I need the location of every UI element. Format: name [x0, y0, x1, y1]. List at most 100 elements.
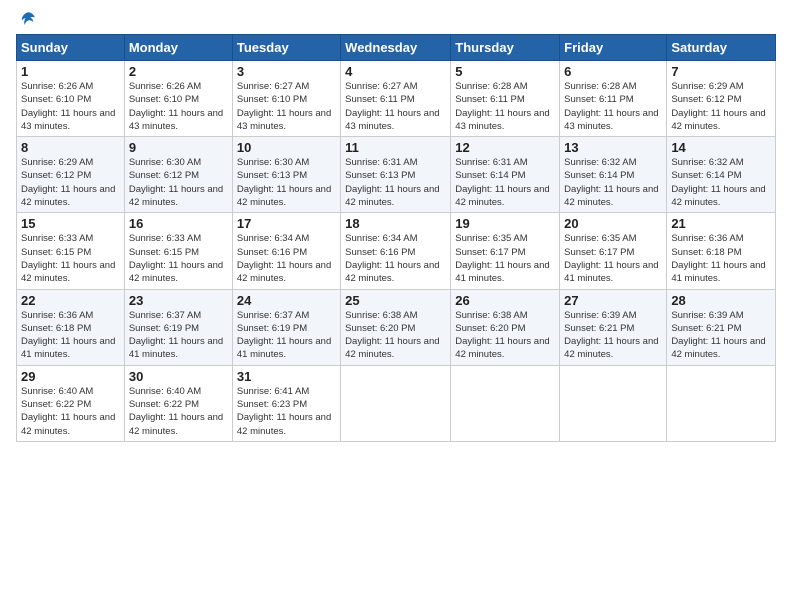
calendar-cell: 27Sunrise: 6:39 AMSunset: 6:21 PMDayligh…	[560, 289, 667, 365]
day-detail: Sunrise: 6:30 AMSunset: 6:13 PMDaylight:…	[237, 157, 331, 208]
day-detail: Sunrise: 6:39 AMSunset: 6:21 PMDaylight:…	[671, 310, 765, 361]
day-number: 13	[564, 140, 662, 155]
day-number: 2	[129, 64, 228, 79]
day-detail: Sunrise: 6:40 AMSunset: 6:22 PMDaylight:…	[129, 386, 223, 437]
calendar-cell: 7 Sunrise: 6:29 AMSunset: 6:12 PMDaylight…	[667, 61, 776, 137]
day-number: 29	[21, 369, 120, 384]
logo-area	[16, 10, 39, 28]
calendar-cell: 23 Sunrise: 6:37 AMSunset: 6:19 PMDayligh…	[124, 289, 232, 365]
calendar-cell: 5Sunrise: 6:28 AMSunset: 6:11 PMDaylight…	[451, 61, 560, 137]
day-number: 24	[237, 293, 336, 308]
day-detail: Sunrise: 6:27 AMSunset: 6:11 PMDaylight:…	[345, 81, 439, 132]
day-number: 12	[455, 140, 555, 155]
calendar-cell	[667, 365, 776, 441]
day-number: 26	[455, 293, 555, 308]
day-detail: Sunrise: 6:38 AMSunset: 6:20 PMDaylight:…	[455, 310, 549, 361]
day-number: 16	[129, 216, 228, 231]
calendar-cell: 21 Sunrise: 6:36 AMSunset: 6:18 PMDayligh…	[667, 213, 776, 289]
calendar-cell: 3 Sunrise: 6:27 AMSunset: 6:10 PMDaylight…	[232, 61, 340, 137]
weekday-header-thursday: Thursday	[451, 35, 560, 61]
day-number: 11	[345, 140, 446, 155]
weekday-header-row: SundayMondayTuesdayWednesdayThursdayFrid…	[17, 35, 776, 61]
header	[16, 10, 776, 28]
day-detail: Sunrise: 6:33 AMSunset: 6:15 PMDaylight:…	[21, 233, 115, 284]
calendar-cell: 25 Sunrise: 6:38 AMSunset: 6:20 PMDayligh…	[341, 289, 451, 365]
day-number: 14	[671, 140, 771, 155]
weekday-header-wednesday: Wednesday	[341, 35, 451, 61]
weekday-header-monday: Monday	[124, 35, 232, 61]
day-number: 7	[671, 64, 771, 79]
day-detail: Sunrise: 6:28 AMSunset: 6:11 PMDaylight:…	[564, 81, 658, 132]
day-detail: Sunrise: 6:40 AMSunset: 6:22 PMDaylight:…	[21, 386, 115, 437]
calendar-week-row: 29 Sunrise: 6:40 AMSunset: 6:22 PMDayligh…	[17, 365, 776, 441]
calendar-table: SundayMondayTuesdayWednesdayThursdayFrid…	[16, 34, 776, 442]
logo-bird-icon	[19, 10, 37, 28]
calendar-cell: 22 Sunrise: 6:36 AMSunset: 6:18 PMDayligh…	[17, 289, 125, 365]
calendar-cell: 24 Sunrise: 6:37 AMSunset: 6:19 PMDayligh…	[232, 289, 340, 365]
calendar-cell	[341, 365, 451, 441]
calendar-cell: 2Sunrise: 6:26 AMSunset: 6:10 PMDaylight…	[124, 61, 232, 137]
day-detail: Sunrise: 6:27 AMSunset: 6:10 PMDaylight:…	[237, 81, 331, 132]
logo	[16, 10, 39, 28]
day-detail: Sunrise: 6:36 AMSunset: 6:18 PMDaylight:…	[671, 233, 765, 284]
day-number: 6	[564, 64, 662, 79]
calendar-cell: 13 Sunrise: 6:32 AMSunset: 6:14 PMDayligh…	[560, 137, 667, 213]
day-detail: Sunrise: 6:26 AMSunset: 6:10 PMDaylight:…	[21, 81, 115, 132]
calendar-cell: 11Sunrise: 6:31 AMSunset: 6:13 PMDayligh…	[341, 137, 451, 213]
day-number: 9	[129, 140, 228, 155]
calendar-cell: 14Sunrise: 6:32 AMSunset: 6:14 PMDayligh…	[667, 137, 776, 213]
calendar-cell: 16 Sunrise: 6:33 AMSunset: 6:15 PMDayligh…	[124, 213, 232, 289]
day-number: 3	[237, 64, 336, 79]
day-detail: Sunrise: 6:36 AMSunset: 6:18 PMDaylight:…	[21, 310, 115, 361]
day-number: 31	[237, 369, 336, 384]
day-detail: Sunrise: 6:37 AMSunset: 6:19 PMDaylight:…	[237, 310, 331, 361]
calendar-cell: 4 Sunrise: 6:27 AMSunset: 6:11 PMDaylight…	[341, 61, 451, 137]
day-number: 25	[345, 293, 446, 308]
day-detail: Sunrise: 6:34 AMSunset: 6:16 PMDaylight:…	[345, 233, 439, 284]
calendar-cell: 1 Sunrise: 6:26 AMSunset: 6:10 PMDaylight…	[17, 61, 125, 137]
calendar-week-row: 22 Sunrise: 6:36 AMSunset: 6:18 PMDayligh…	[17, 289, 776, 365]
day-number: 21	[671, 216, 771, 231]
day-number: 28	[671, 293, 771, 308]
calendar-cell: 31 Sunrise: 6:41 AMSunset: 6:23 PMDayligh…	[232, 365, 340, 441]
day-number: 30	[129, 369, 228, 384]
day-detail: Sunrise: 6:41 AMSunset: 6:23 PMDaylight:…	[237, 386, 331, 437]
calendar-week-row: 8Sunrise: 6:29 AMSunset: 6:12 PMDaylight…	[17, 137, 776, 213]
day-number: 4	[345, 64, 446, 79]
weekday-header-sunday: Sunday	[17, 35, 125, 61]
day-number: 22	[21, 293, 120, 308]
weekday-header-friday: Friday	[560, 35, 667, 61]
calendar-cell: 9 Sunrise: 6:30 AMSunset: 6:12 PMDaylight…	[124, 137, 232, 213]
day-number: 10	[237, 140, 336, 155]
day-detail: Sunrise: 6:30 AMSunset: 6:12 PMDaylight:…	[129, 157, 223, 208]
calendar-cell: 17Sunrise: 6:34 AMSunset: 6:16 PMDayligh…	[232, 213, 340, 289]
calendar-cell: 28 Sunrise: 6:39 AMSunset: 6:21 PMDayligh…	[667, 289, 776, 365]
day-detail: Sunrise: 6:37 AMSunset: 6:19 PMDaylight:…	[129, 310, 223, 361]
day-number: 1	[21, 64, 120, 79]
day-number: 5	[455, 64, 555, 79]
calendar-cell: 15Sunrise: 6:33 AMSunset: 6:15 PMDayligh…	[17, 213, 125, 289]
page: SundayMondayTuesdayWednesdayThursdayFrid…	[0, 0, 792, 612]
day-number: 18	[345, 216, 446, 231]
day-detail: Sunrise: 6:39 AMSunset: 6:21 PMDaylight:…	[564, 310, 658, 361]
day-detail: Sunrise: 6:35 AMSunset: 6:17 PMDaylight:…	[564, 233, 658, 284]
day-detail: Sunrise: 6:29 AMSunset: 6:12 PMDaylight:…	[671, 81, 765, 132]
day-detail: Sunrise: 6:33 AMSunset: 6:15 PMDaylight:…	[129, 233, 223, 284]
day-number: 19	[455, 216, 555, 231]
day-number: 20	[564, 216, 662, 231]
calendar-cell: 10 Sunrise: 6:30 AMSunset: 6:13 PMDayligh…	[232, 137, 340, 213]
calendar-cell: 8Sunrise: 6:29 AMSunset: 6:12 PMDaylight…	[17, 137, 125, 213]
day-number: 23	[129, 293, 228, 308]
calendar-cell	[451, 365, 560, 441]
day-number: 17	[237, 216, 336, 231]
day-detail: Sunrise: 6:32 AMSunset: 6:14 PMDaylight:…	[564, 157, 658, 208]
calendar-week-row: 1 Sunrise: 6:26 AMSunset: 6:10 PMDaylight…	[17, 61, 776, 137]
calendar-cell: 18 Sunrise: 6:34 AMSunset: 6:16 PMDayligh…	[341, 213, 451, 289]
calendar-cell: 30 Sunrise: 6:40 AMSunset: 6:22 PMDayligh…	[124, 365, 232, 441]
day-detail: Sunrise: 6:29 AMSunset: 6:12 PMDaylight:…	[21, 157, 115, 208]
calendar-cell	[560, 365, 667, 441]
day-detail: Sunrise: 6:35 AMSunset: 6:17 PMDaylight:…	[455, 233, 549, 284]
calendar-cell: 12Sunrise: 6:31 AMSunset: 6:14 PMDayligh…	[451, 137, 560, 213]
day-detail: Sunrise: 6:38 AMSunset: 6:20 PMDaylight:…	[345, 310, 439, 361]
weekday-header-tuesday: Tuesday	[232, 35, 340, 61]
